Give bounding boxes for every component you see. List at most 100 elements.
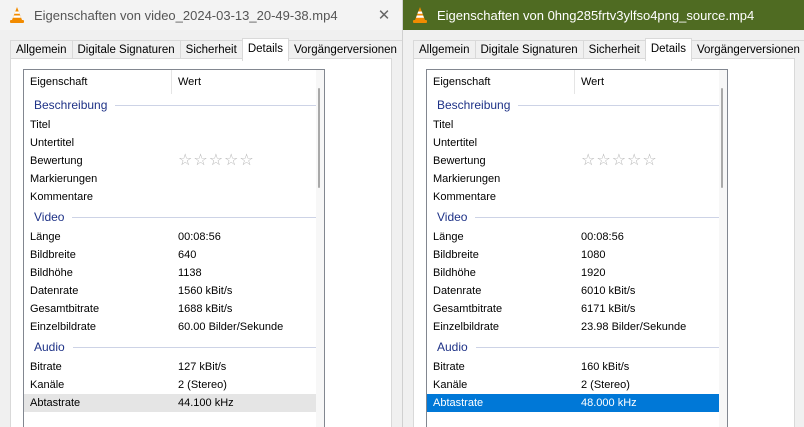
property-list[interactable]: Eigenschaft Wert Beschreibung Titel Unte…	[23, 69, 325, 427]
property-value: 127 kBit/s	[178, 361, 227, 373]
list-item[interactable]: Titel	[427, 116, 727, 134]
list-item[interactable]: Länge 00:08:56	[24, 228, 324, 246]
property-name: Bewertung	[30, 155, 83, 167]
property-name: Bildhöhe	[433, 267, 476, 279]
property-name: Bewertung	[433, 155, 486, 167]
list-item[interactable]: Untertitel	[24, 134, 324, 152]
vertical-scrollbar[interactable]	[719, 70, 727, 427]
property-name: Abtastrate	[433, 397, 484, 409]
property-name: Einzelbildrate	[433, 321, 500, 333]
tab-digitale-signaturen[interactable]: Digitale Signaturen	[474, 40, 584, 60]
tab-sicherheit[interactable]: Sicherheit	[582, 40, 646, 60]
list-item[interactable]: Gesamtbitrate 6171 kBit/s	[427, 300, 727, 318]
details-panel: Eigenschaft Wert Beschreibung Titel Unte…	[10, 58, 392, 427]
tab-details[interactable]: Details	[644, 38, 692, 61]
list-item-selected[interactable]: Abtastrate 48.000 kHz	[427, 394, 727, 412]
list-item[interactable]: Markierungen	[24, 170, 324, 188]
group-beschreibung: Beschreibung	[427, 94, 727, 116]
property-name: Gesamtbitrate	[433, 303, 503, 315]
property-name: Titel	[433, 119, 454, 131]
group-divider	[475, 346, 721, 348]
tab-vorgaengerversionen[interactable]: Vorgängerversionen	[287, 40, 402, 60]
properties-dialog-right: Eigenschaften von 0hng285frtv3ylfso4png_…	[402, 0, 804, 427]
group-divider	[475, 216, 721, 218]
tab-vorgaengerversionen[interactable]: Vorgängerversionen	[690, 40, 804, 60]
property-name: Datenrate	[433, 285, 482, 297]
properties-dialog-left: Eigenschaften von video_2024-03-13_20-49…	[0, 0, 402, 427]
star-rating-icon[interactable]: ☆☆☆☆☆	[172, 152, 255, 170]
property-list[interactable]: Eigenschaft Wert Beschreibung Titel Unte…	[426, 69, 728, 427]
vertical-scrollbar[interactable]	[316, 70, 324, 427]
property-value: 1080	[581, 249, 606, 261]
property-value: 1560 kBit/s	[178, 285, 233, 297]
list-item[interactable]: Bildbreite 640	[24, 246, 324, 264]
list-item[interactable]: Untertitel	[427, 134, 727, 152]
column-header-value[interactable]: Wert	[575, 76, 604, 88]
tab-details[interactable]: Details	[241, 38, 289, 61]
property-value: 48.000 kHz	[581, 397, 637, 409]
property-name: Bitrate	[30, 361, 62, 373]
group-label: Video	[437, 210, 468, 224]
list-item[interactable]: Einzelbildrate 60.00 Bilder/Sekunde	[24, 318, 324, 336]
scrollbar-thumb[interactable]	[318, 88, 320, 188]
list-item[interactable]: Bildhöhe 1138	[24, 264, 324, 282]
list-item[interactable]: Bitrate 160 kBit/s	[427, 358, 727, 376]
list-item[interactable]: Kommentare	[427, 188, 727, 206]
list-item[interactable]: Länge 00:08:56	[427, 228, 727, 246]
tab-sicherheit[interactable]: Sicherheit	[179, 40, 243, 60]
property-value: 1688 kBit/s	[178, 303, 233, 315]
list-item[interactable]: Bildhöhe 1920	[427, 264, 727, 282]
star-rating-icon[interactable]: ☆☆☆☆☆	[575, 152, 658, 170]
titlebar[interactable]: Eigenschaften von video_2024-03-13_20-49…	[0, 0, 402, 30]
group-label: Beschreibung	[437, 98, 511, 112]
close-icon[interactable]: ✕	[370, 0, 398, 30]
property-value: 2 (Stereo)	[581, 379, 630, 391]
titlebar[interactable]: Eigenschaften von 0hng285frtv3ylfso4png_…	[403, 0, 804, 30]
property-value: 44.100 kHz	[178, 397, 234, 409]
column-header-property[interactable]: Eigenschaft	[24, 70, 172, 94]
list-item[interactable]: Kanäle 2 (Stereo)	[24, 376, 324, 394]
group-label: Video	[34, 210, 65, 224]
group-label: Beschreibung	[34, 98, 108, 112]
list-item[interactable]: Bewertung ☆☆☆☆☆	[427, 152, 727, 170]
window-title: Eigenschaften von 0hng285frtv3ylfso4png_…	[437, 7, 755, 23]
property-name: Untertitel	[30, 137, 75, 149]
column-header-property[interactable]: Eigenschaft	[427, 70, 575, 94]
list-item[interactable]: Bewertung ☆☆☆☆☆	[24, 152, 324, 170]
scrollbar-thumb[interactable]	[721, 88, 723, 188]
list-item[interactable]: Kommentare	[24, 188, 324, 206]
list-item[interactable]: Kanäle 2 (Stereo)	[427, 376, 727, 394]
list-header: Eigenschaft Wert	[24, 70, 324, 94]
list-item[interactable]: Markierungen	[427, 170, 727, 188]
property-value: 640	[178, 249, 197, 261]
tab-allgemein[interactable]: Allgemein	[10, 40, 73, 60]
list-item[interactable]: Gesamtbitrate 1688 kBit/s	[24, 300, 324, 318]
tab-strip: Allgemein Digitale Signaturen Sicherheit…	[413, 38, 804, 61]
list-item[interactable]: Titel	[24, 116, 324, 134]
list-item[interactable]: Bildbreite 1080	[427, 246, 727, 264]
column-header-value[interactable]: Wert	[172, 76, 201, 88]
property-name: Gesamtbitrate	[30, 303, 100, 315]
group-divider	[518, 104, 721, 106]
property-name: Einzelbildrate	[30, 321, 97, 333]
property-value: 6171 kBit/s	[581, 303, 636, 315]
list-item[interactable]: Bitrate 127 kBit/s	[24, 358, 324, 376]
window-title: Eigenschaften von video_2024-03-13_20-49…	[34, 7, 338, 23]
group-beschreibung: Beschreibung	[24, 94, 324, 116]
list-item[interactable]: Datenrate 1560 kBit/s	[24, 282, 324, 300]
property-value: 6010 kBit/s	[581, 285, 636, 297]
list-item[interactable]: Einzelbildrate 23.98 Bilder/Sekunde	[427, 318, 727, 336]
vlc-cone-icon	[10, 7, 24, 23]
property-name: Markierungen	[433, 173, 501, 185]
property-name: Länge	[30, 231, 61, 243]
list-item[interactable]: Datenrate 6010 kBit/s	[427, 282, 727, 300]
tab-digitale-signaturen[interactable]: Digitale Signaturen	[71, 40, 181, 60]
group-label: Audio	[34, 340, 65, 354]
group-divider	[72, 216, 318, 218]
property-name: Bildbreite	[433, 249, 479, 261]
tab-allgemein[interactable]: Allgemein	[413, 40, 476, 60]
property-name: Untertitel	[433, 137, 478, 149]
group-audio: Audio	[427, 336, 727, 358]
property-name: Abtastrate	[30, 397, 81, 409]
list-item-selected[interactable]: Abtastrate 44.100 kHz	[24, 394, 324, 412]
